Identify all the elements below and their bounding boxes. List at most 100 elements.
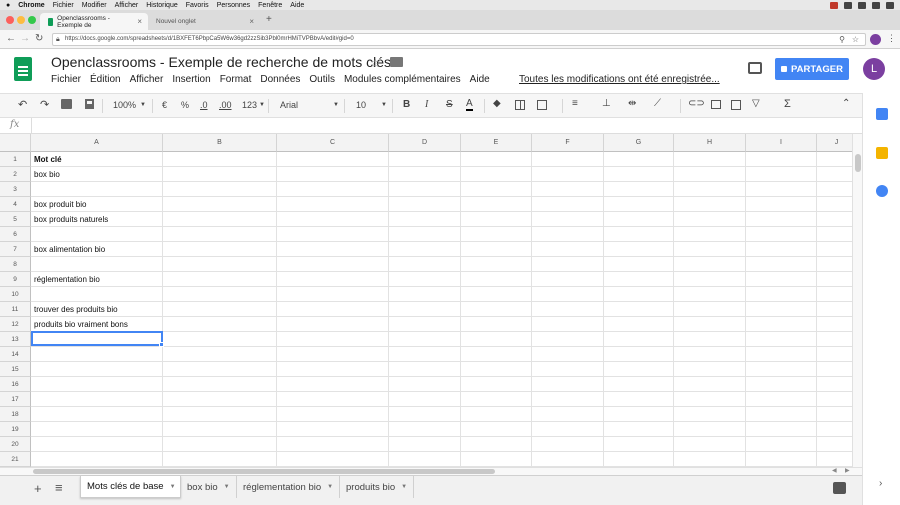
cell[interactable] <box>389 242 461 257</box>
cell[interactable] <box>163 392 277 407</box>
cell[interactable] <box>461 377 532 392</box>
cell[interactable] <box>461 182 532 197</box>
cell[interactable] <box>532 167 604 182</box>
row-header[interactable]: 17 <box>0 392 31 407</box>
cell-a8[interactable] <box>31 257 163 272</box>
menubar-item-chrome[interactable]: Chrome <box>18 2 44 9</box>
close-tab-icon[interactable]: × <box>249 17 254 26</box>
paint-format-icon[interactable] <box>85 99 94 109</box>
cell[interactable] <box>604 317 674 332</box>
comments-icon[interactable] <box>748 62 762 74</box>
row-header[interactable]: 6 <box>0 227 31 242</box>
cell[interactable] <box>389 197 461 212</box>
cell[interactable] <box>817 347 852 362</box>
cell[interactable] <box>532 347 604 362</box>
cell[interactable] <box>674 332 746 347</box>
cell-a10[interactable] <box>31 287 163 302</box>
cell[interactable] <box>746 332 817 347</box>
text-rotation-icon[interactable]: ⟋ <box>654 98 661 109</box>
cell[interactable] <box>163 182 277 197</box>
cell-a3[interactable] <box>31 182 163 197</box>
chevron-down-icon[interactable]: ▼ <box>224 484 230 490</box>
row-header[interactable]: 8 <box>0 257 31 272</box>
url-input[interactable]: 🔒︎ https://docs.google.com/spreadsheets/… <box>52 33 866 46</box>
cell-a7[interactable]: box alimentation bio <box>31 242 163 257</box>
cell[interactable] <box>277 197 389 212</box>
fill-color-icon[interactable]: ◆ <box>493 98 501 109</box>
new-tab-button[interactable]: + <box>266 14 272 25</box>
cell[interactable] <box>604 152 674 167</box>
scroll-right-icon[interactable]: ▶ <box>845 467 850 474</box>
scroll-left-icon[interactable]: ◀ <box>832 467 837 474</box>
cell[interactable] <box>532 452 604 467</box>
row-header[interactable]: 10 <box>0 287 31 302</box>
cell[interactable] <box>532 182 604 197</box>
cell[interactable] <box>746 197 817 212</box>
cell[interactable] <box>163 362 277 377</box>
cell[interactable] <box>532 242 604 257</box>
cell[interactable] <box>532 197 604 212</box>
cell[interactable] <box>532 332 604 347</box>
insert-chart-icon[interactable] <box>731 100 741 110</box>
cell[interactable] <box>532 362 604 377</box>
cell[interactable] <box>461 437 532 452</box>
cell[interactable] <box>163 302 277 317</box>
cell[interactable] <box>817 152 852 167</box>
cell[interactable] <box>817 197 852 212</box>
cell[interactable] <box>277 347 389 362</box>
align-vertical-icon[interactable]: ⊥ <box>602 98 611 109</box>
add-sheet-button[interactable]: + <box>34 481 42 496</box>
menubar-item[interactable]: Fichier <box>53 2 74 9</box>
cell[interactable] <box>389 272 461 287</box>
cell[interactable] <box>746 407 817 422</box>
cell[interactable] <box>163 332 277 347</box>
status-icon[interactable] <box>858 1 866 9</box>
cell[interactable] <box>746 377 817 392</box>
calendar-icon[interactable] <box>876 108 888 120</box>
decrease-decimals-button[interactable]: .0 <box>200 100 208 110</box>
cell[interactable] <box>532 272 604 287</box>
row-header[interactable]: 11 <box>0 302 31 317</box>
cell[interactable] <box>817 317 852 332</box>
font-size-select[interactable]: 10 <box>356 100 366 110</box>
cell[interactable] <box>674 347 746 362</box>
cell[interactable] <box>746 182 817 197</box>
cell[interactable] <box>817 287 852 302</box>
cell[interactable] <box>389 407 461 422</box>
cell[interactable] <box>277 422 389 437</box>
sheet-tab-reglementation-bio[interactable]: réglementation bio ▼ <box>237 476 340 498</box>
chevron-down-icon[interactable]: ▼ <box>259 102 265 108</box>
cell[interactable] <box>389 212 461 227</box>
italic-button[interactable]: I <box>425 99 428 110</box>
cell[interactable] <box>746 302 817 317</box>
sheets-logo-icon[interactable] <box>14 57 32 81</box>
cell[interactable] <box>604 197 674 212</box>
cell[interactable] <box>817 302 852 317</box>
cell[interactable] <box>163 287 277 302</box>
cell[interactable] <box>817 257 852 272</box>
cell[interactable] <box>163 422 277 437</box>
cell[interactable] <box>461 332 532 347</box>
minimize-window-button[interactable] <box>17 16 25 24</box>
menu-modules[interactable]: Modules complémentaires <box>344 74 461 85</box>
cell[interactable] <box>163 377 277 392</box>
star-icon[interactable]: ☆ <box>852 34 859 45</box>
cell[interactable] <box>604 302 674 317</box>
menubar-item[interactable]: Afficher <box>115 2 139 9</box>
cell[interactable] <box>674 422 746 437</box>
cell[interactable] <box>163 272 277 287</box>
maximize-window-button[interactable] <box>28 16 36 24</box>
cell[interactable] <box>277 287 389 302</box>
cell[interactable] <box>163 317 277 332</box>
cell[interactable] <box>604 332 674 347</box>
star-icon[interactable]: ☆ <box>370 56 381 70</box>
back-icon[interactable]: ← <box>6 33 16 44</box>
cell[interactable] <box>604 257 674 272</box>
cell[interactable] <box>532 422 604 437</box>
cell[interactable] <box>604 347 674 362</box>
menu-donnees[interactable]: Données <box>260 74 300 85</box>
menubar-item[interactable]: Aide <box>290 2 304 9</box>
menubar-item[interactable]: Modifier <box>82 2 107 9</box>
cell[interactable] <box>817 437 852 452</box>
cell-a6[interactable] <box>31 227 163 242</box>
